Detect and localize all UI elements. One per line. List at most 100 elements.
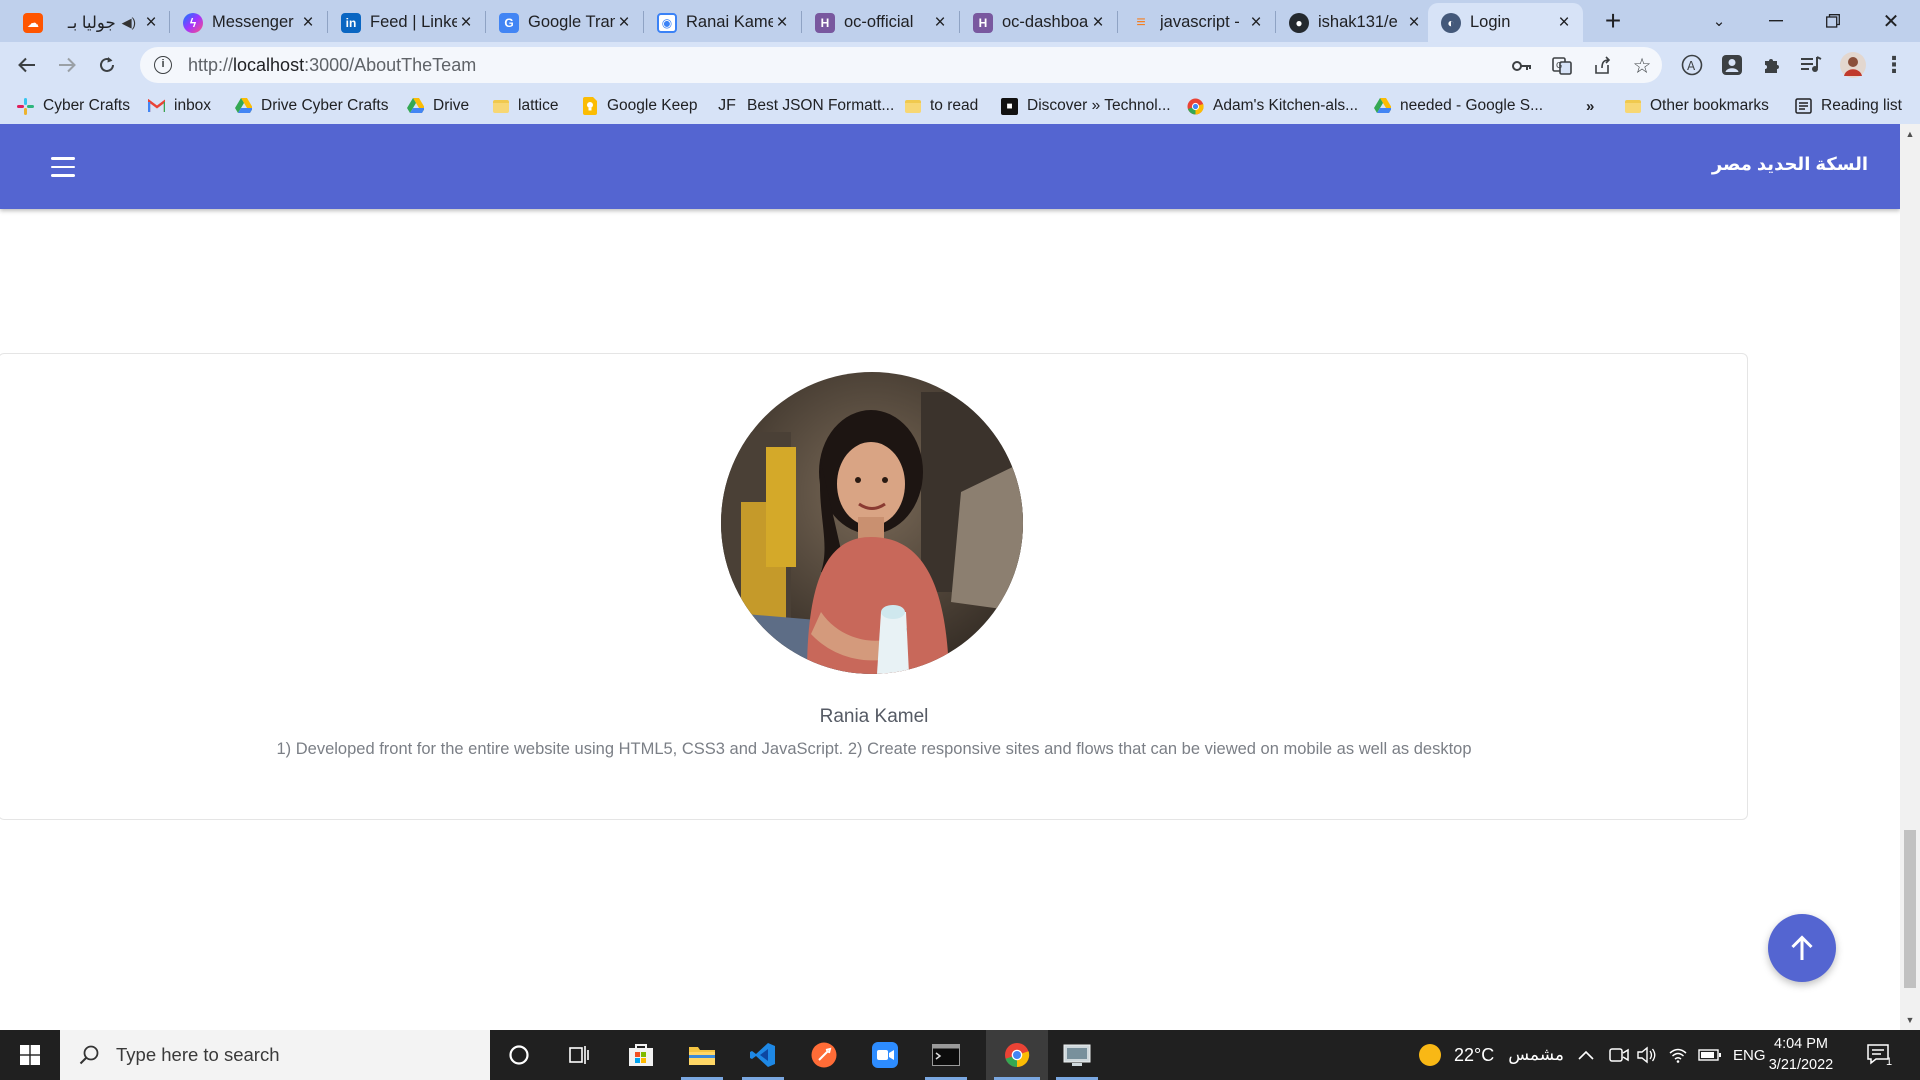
terminal-icon — [932, 1044, 960, 1066]
file-explorer-app[interactable] — [673, 1030, 731, 1080]
team-member-card: Rania Kamel 1) Developed front for the e… — [0, 353, 1748, 820]
bookmark-adams-kitchen[interactable]: Adam's Kitchen-als... — [1187, 95, 1358, 117]
bookmark-lattice[interactable]: lattice — [492, 95, 559, 117]
bookmark-label: needed - Google S... — [1400, 97, 1544, 114]
bookmark-label: Drive — [433, 97, 470, 114]
show-hidden-icons[interactable] — [1578, 1030, 1594, 1080]
wifi-icon[interactable] — [1668, 1030, 1688, 1080]
tab-oc-official[interactable]: H oc-official × — [802, 3, 959, 42]
clock-date: 3/21/2022 — [1768, 1057, 1834, 1073]
close-icon[interactable]: × — [1089, 13, 1107, 32]
meet-now-icon[interactable] — [1609, 1030, 1629, 1080]
postman-app[interactable] — [795, 1030, 853, 1080]
close-icon[interactable]: × — [1247, 13, 1265, 32]
notifications-button[interactable]: 1 — [1866, 1030, 1892, 1080]
site-info-icon[interactable]: i — [154, 56, 172, 74]
back-button[interactable] — [11, 49, 43, 81]
bookmark-needed[interactable]: needed - Google S... — [1374, 95, 1543, 117]
close-icon[interactable]: × — [1555, 13, 1573, 32]
tab-soundcloud[interactable]: ☁ جوليا بـ ◀) × — [10, 3, 170, 42]
chrome-menu-icon[interactable]: ⋮ — [1880, 51, 1908, 79]
bookmark-cyber-crafts[interactable]: Cyber Crafts — [17, 95, 130, 117]
minimize-button[interactable] — [1758, 4, 1794, 38]
gmail-icon — [148, 98, 165, 115]
reload-button[interactable] — [91, 49, 123, 81]
menu-hamburger-icon[interactable] — [48, 155, 78, 179]
tab-login[interactable]: ◐ Login × — [1428, 3, 1583, 42]
bookmark-star-icon[interactable]: ☆ — [1630, 54, 1654, 78]
bookmarks-overflow-button[interactable]: » — [1586, 95, 1594, 117]
close-icon[interactable]: × — [457, 13, 475, 32]
close-icon[interactable]: × — [615, 13, 633, 32]
tab-title: جوليا بـ — [67, 13, 116, 32]
share-icon[interactable] — [1590, 54, 1614, 78]
address-bar[interactable]: i http://localhost:3000/AboutTheTeam G ☆ — [140, 47, 1662, 83]
bookmark-drive-cyber-crafts[interactable]: Drive Cyber Crafts — [235, 95, 388, 117]
start-button[interactable] — [0, 1030, 60, 1080]
bookmark-discover[interactable]: ■ Discover » Technol... — [1001, 95, 1171, 117]
tab-oc-dashboard[interactable]: H oc-dashboard × — [960, 3, 1117, 42]
jf-icon: JF — [718, 97, 736, 114]
remote-desktop-app[interactable] — [1048, 1030, 1106, 1080]
task-view-button[interactable] — [551, 1030, 609, 1080]
media-control-icon[interactable] — [1797, 51, 1825, 79]
discover-icon: ■ — [1001, 97, 1018, 115]
reading-list[interactable]: Reading list — [1795, 95, 1902, 117]
bookmark-drive[interactable]: Drive — [407, 95, 469, 117]
bookmark-json-formatter[interactable]: JF Best JSON Formatt... — [716, 95, 894, 117]
audio-playing-icon[interactable]: ◀) — [122, 15, 136, 31]
scroll-to-top-button[interactable] — [1768, 914, 1836, 982]
close-window-button[interactable]: ✕ — [1873, 4, 1909, 38]
brand-title[interactable]: السكة الحديد مصر — [1712, 154, 1868, 175]
other-bookmarks[interactable]: Other bookmarks — [1624, 95, 1769, 117]
weather-widget[interactable]: 22°C مشمس — [1418, 1030, 1564, 1080]
tab-ranai-kamel[interactable]: ◉ Ranai Kamel × — [644, 3, 801, 42]
account-extension-icon[interactable]: A — [1678, 51, 1706, 79]
bookmark-label: lattice — [518, 97, 559, 114]
terminal-app[interactable] — [917, 1030, 975, 1080]
bookmark-label: Adam's Kitchen-als... — [1213, 97, 1359, 114]
tab-title: Google Translate — [528, 13, 615, 31]
volume-icon[interactable] — [1637, 1030, 1657, 1080]
bookmark-to-read[interactable]: to read — [904, 95, 978, 117]
scrollbar-thumb[interactable] — [1904, 830, 1916, 988]
extensions-puzzle-icon[interactable] — [1758, 51, 1786, 79]
close-icon[interactable]: × — [1405, 13, 1423, 32]
folder-icon — [904, 98, 921, 115]
close-icon[interactable]: × — [299, 13, 317, 32]
tab-github[interactable]: ● ishak131/e × — [1276, 3, 1433, 42]
zoom-app[interactable] — [856, 1030, 914, 1080]
profile-avatar[interactable] — [1839, 51, 1867, 79]
scroll-up-arrow-icon[interactable]: ▲ — [1900, 126, 1920, 142]
system-clock[interactable]: 4:04 PM 3/21/2022 — [1760, 1034, 1842, 1076]
chrome-app[interactable] — [986, 1030, 1048, 1080]
google-drive-icon — [407, 98, 424, 115]
vscode-app[interactable] — [734, 1030, 792, 1080]
tab-messenger[interactable]: ϟ Messenger × — [170, 3, 327, 42]
close-icon[interactable]: × — [931, 13, 949, 32]
tab-javascript[interactable]: ≡ javascript - × — [1118, 3, 1275, 42]
cortana-button[interactable] — [490, 1030, 548, 1080]
url-text[interactable]: http://localhost:3000/AboutTheTeam — [188, 55, 476, 76]
reload-icon — [100, 57, 114, 72]
bookmark-inbox[interactable]: inbox — [148, 95, 211, 117]
close-icon[interactable]: × — [773, 13, 791, 32]
new-tab-button[interactable]: + — [1596, 4, 1630, 38]
taskbar-search[interactable]: Type here to search — [60, 1030, 490, 1080]
translate-icon[interactable]: G — [1550, 54, 1574, 78]
profile-extension-icon[interactable] — [1718, 51, 1746, 79]
tab-search-button[interactable]: ⌄ — [1702, 4, 1736, 38]
tab-linkedin[interactable]: in Feed | LinkedIn × — [328, 3, 485, 42]
restore-button[interactable] — [1815, 4, 1851, 38]
key-icon[interactable] — [1510, 54, 1534, 78]
microsoft-store-app[interactable] — [612, 1030, 670, 1080]
close-icon[interactable]: × — [142, 13, 160, 32]
bookmark-label: Google Keep — [607, 97, 698, 114]
tab-google-translate[interactable]: G Google Translate × — [486, 3, 643, 42]
forward-button[interactable] — [51, 49, 83, 81]
app-bar: السكة الحديد مصر — [0, 124, 1900, 209]
scroll-down-arrow-icon[interactable]: ▼ — [1900, 1012, 1920, 1028]
page-scrollbar[interactable]: ▲ ▼ — [1900, 124, 1920, 1030]
bookmark-google-keep[interactable]: Google Keep — [581, 95, 698, 117]
battery-icon[interactable] — [1698, 1030, 1722, 1080]
